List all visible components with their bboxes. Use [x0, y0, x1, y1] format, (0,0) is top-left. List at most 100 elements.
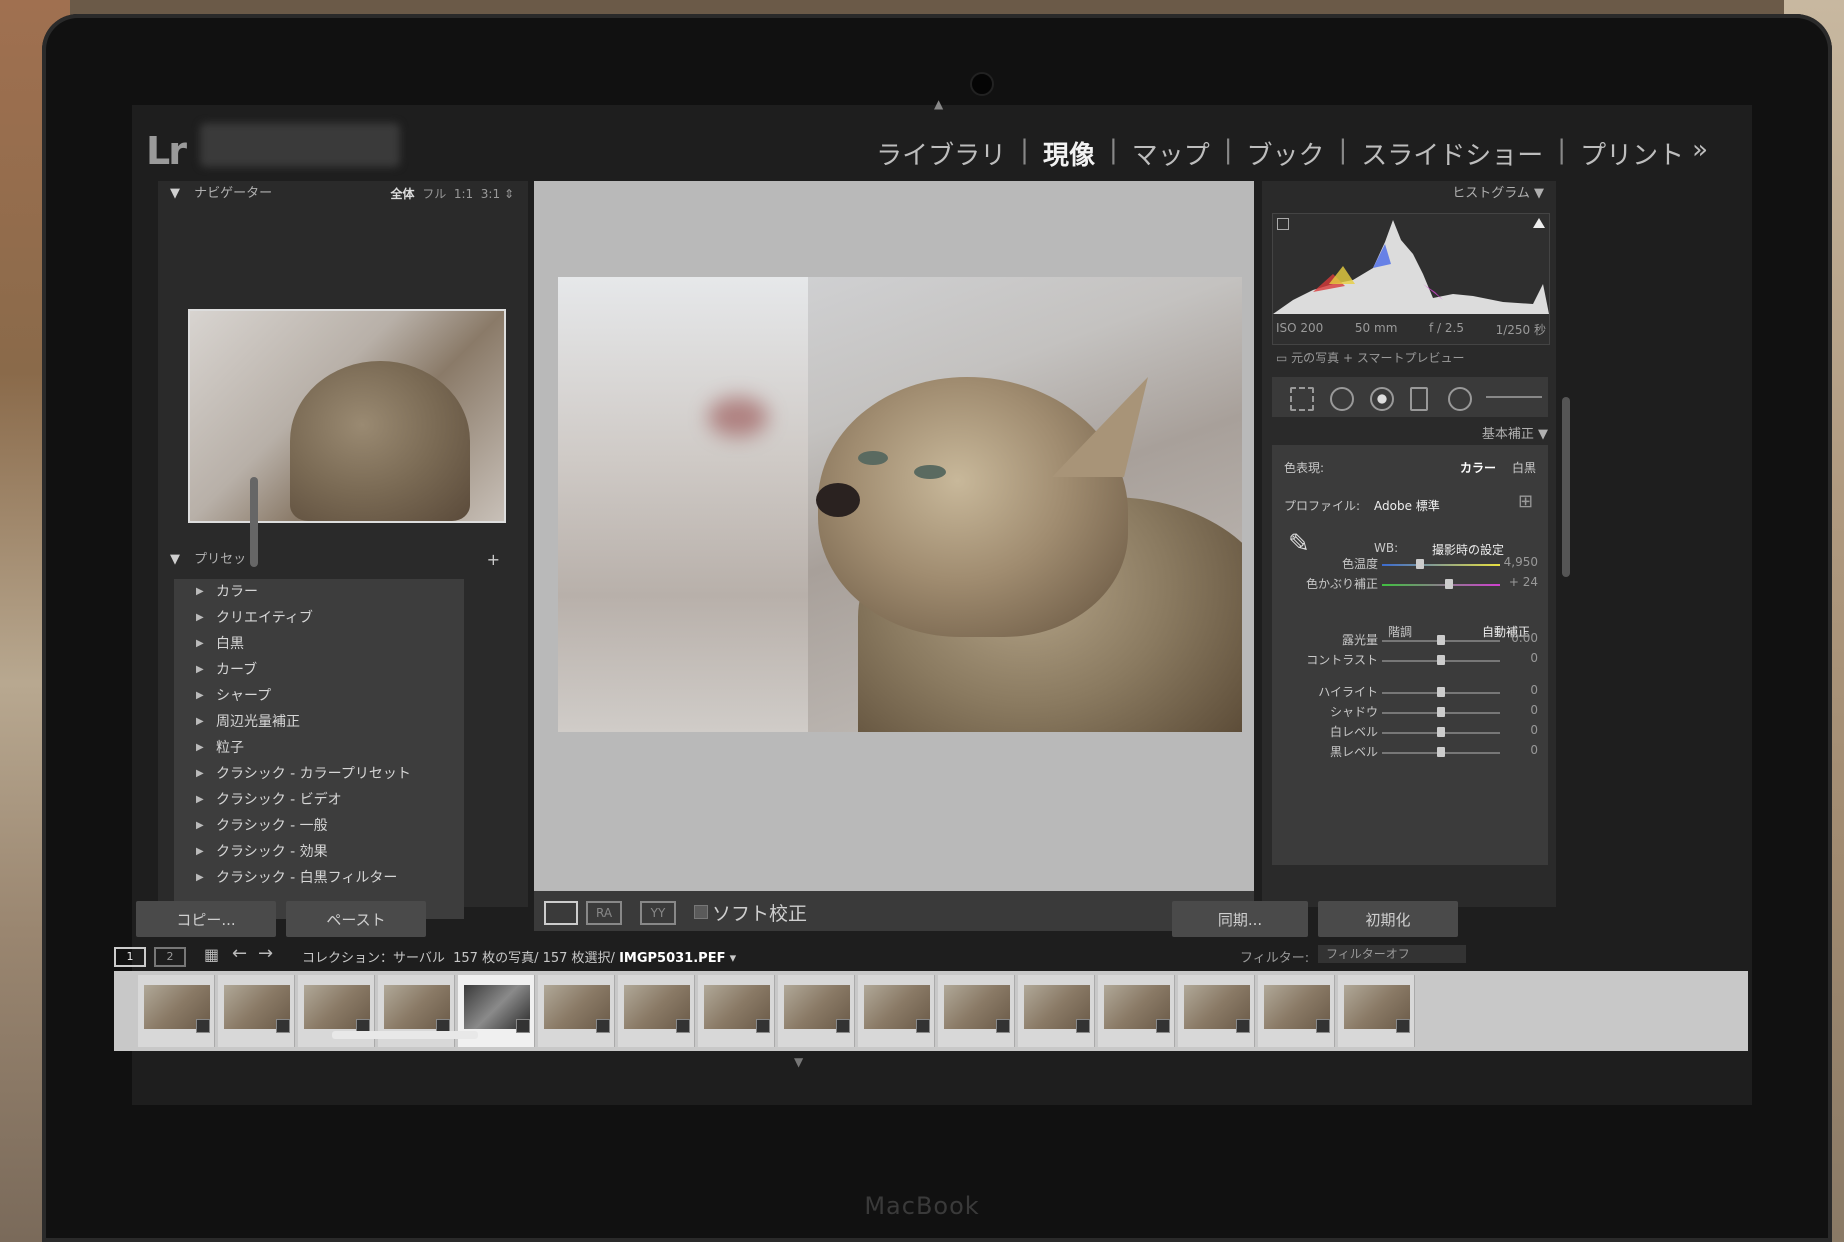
slider-knob[interactable]: [1437, 747, 1445, 757]
smart-preview-status[interactable]: ▭ 元の写真 + スマートプレビュー: [1276, 349, 1464, 366]
thumbnail-badge-icon[interactable]: [1316, 1019, 1330, 1033]
collapse-bottom-arrow-icon[interactable]: ▼: [794, 1055, 803, 1069]
filmstrip-thumbnail[interactable]: [1098, 975, 1175, 1047]
preset-group[interactable]: クラシック - カラープリセット: [174, 761, 464, 787]
thumbnail-badge-icon[interactable]: [516, 1019, 530, 1033]
slider-knob[interactable]: [1437, 635, 1445, 645]
navigator-zoom-options[interactable]: 全体 フル 1:1 3:1 ⇕: [391, 181, 514, 207]
zoom-3-1[interactable]: 3:1: [481, 187, 500, 201]
collapse-triangle-icon[interactable]: ▼: [1538, 427, 1548, 442]
slider-track[interactable]: [1382, 747, 1500, 757]
slider-knob[interactable]: [1437, 687, 1445, 697]
collapse-top-arrow-icon[interactable]: ▲: [934, 97, 943, 111]
thumbnail-badge-icon[interactable]: [756, 1019, 770, 1033]
preset-group[interactable]: クリエイティブ: [174, 605, 464, 631]
collapse-triangle-icon[interactable]: ▼: [170, 186, 180, 201]
filmstrip-thumbnail[interactable]: [218, 975, 295, 1047]
filmstrip-thumbnail[interactable]: [858, 975, 935, 1047]
preset-group[interactable]: クラシック - 効果: [174, 839, 464, 865]
before-after-yy-button[interactable]: YY: [640, 901, 676, 925]
source-dropdown-icon[interactable]: ▾: [730, 951, 737, 966]
slider-knob[interactable]: [1437, 655, 1445, 665]
spot-removal-tool-icon[interactable]: [1330, 387, 1354, 411]
histogram-header[interactable]: ヒストグラム ▼: [1262, 181, 1556, 207]
basic-header[interactable]: 基本補正 ▼: [1262, 423, 1548, 442]
module-5[interactable]: プリント: [1580, 135, 1684, 172]
filmstrip-thumbnail[interactable]: [138, 975, 215, 1047]
main-preview-area[interactable]: [534, 181, 1254, 891]
module-0[interactable]: ライブラリ: [876, 135, 1006, 172]
modules-more-icon[interactable]: »: [1692, 135, 1708, 172]
profile-select[interactable]: Adobe 標準: [1374, 497, 1440, 514]
preset-group[interactable]: 周辺光量補正: [174, 709, 464, 735]
shadow-clip-icon[interactable]: [1277, 218, 1289, 230]
grid-view-icon[interactable]: ▦: [204, 945, 219, 964]
slider-value[interactable]: 0: [1498, 743, 1538, 757]
slider-value[interactable]: + 24: [1498, 575, 1538, 589]
filmstrip-thumbnail[interactable]: [538, 975, 615, 1047]
slider-track[interactable]: [1382, 727, 1500, 737]
profile-browser-icon[interactable]: ⊞: [1518, 491, 1533, 512]
filmstrip-scrollbar[interactable]: [332, 1031, 478, 1039]
adjustment-brush-slider[interactable]: [1486, 396, 1542, 398]
zoom-fill[interactable]: フル: [422, 187, 446, 201]
module-4[interactable]: スライドショー: [1361, 135, 1543, 172]
thumbnail-badge-icon[interactable]: [196, 1019, 210, 1033]
red-eye-tool-icon[interactable]: [1370, 387, 1394, 411]
radial-filter-tool-icon[interactable]: [1448, 387, 1472, 411]
add-preset-icon[interactable]: +: [487, 547, 500, 573]
filmstrip-thumbnail[interactable]: [618, 975, 695, 1047]
before-after-ra-button[interactable]: RA: [586, 901, 622, 925]
filmstrip-thumbnail[interactable]: [938, 975, 1015, 1047]
collapse-triangle-icon[interactable]: ▼: [1534, 186, 1544, 201]
preset-group[interactable]: カーブ: [174, 657, 464, 683]
preset-group[interactable]: カラー: [174, 579, 464, 605]
primary-display-button[interactable]: 1: [114, 947, 146, 967]
filmstrip-thumbnail[interactable]: [1338, 975, 1415, 1047]
graduated-filter-tool-icon[interactable]: [1410, 387, 1428, 411]
preset-group[interactable]: 粒子: [174, 735, 464, 761]
zoom-stepper-icon[interactable]: ⇕: [504, 187, 514, 201]
navigator-preview[interactable]: [188, 309, 506, 523]
slider-track[interactable]: [1382, 687, 1500, 697]
filmstrip-thumbnail[interactable]: [1178, 975, 1255, 1047]
presets-header[interactable]: ▼ プリセット +: [158, 547, 514, 573]
thumbnail-badge-icon[interactable]: [1076, 1019, 1090, 1033]
slider-value[interactable]: 0: [1498, 651, 1538, 665]
preset-group[interactable]: クラシック - 一般: [174, 813, 464, 839]
soft-proof-checkbox[interactable]: [694, 905, 708, 919]
slider-track[interactable]: [1382, 655, 1500, 665]
slider-track[interactable]: [1382, 579, 1500, 589]
filmstrip-thumbnail[interactable]: [1018, 975, 1095, 1047]
thumbnail-badge-icon[interactable]: [596, 1019, 610, 1033]
preset-group[interactable]: 白黒: [174, 631, 464, 657]
slider-track[interactable]: [1382, 635, 1500, 645]
treatment-color-option[interactable]: カラー: [1460, 459, 1496, 476]
slider-knob[interactable]: [1445, 579, 1454, 589]
thumbnail-badge-icon[interactable]: [916, 1019, 930, 1033]
zoom-fit[interactable]: 全体: [391, 187, 415, 201]
preset-group[interactable]: クラシック - ビデオ: [174, 787, 464, 813]
slider-value[interactable]: 0: [1498, 703, 1538, 717]
filmstrip-thumbnail[interactable]: [1258, 975, 1335, 1047]
copy-button[interactable]: コピー...: [136, 901, 276, 937]
highlight-clip-icon[interactable]: [1533, 218, 1545, 228]
back-arrow-icon[interactable]: ←: [232, 943, 247, 964]
thumbnail-badge-icon[interactable]: [1236, 1019, 1250, 1033]
paste-button[interactable]: ペースト: [286, 901, 426, 937]
treatment-bw-option[interactable]: 白黒: [1512, 459, 1536, 476]
thumbnail-badge-icon[interactable]: [1396, 1019, 1410, 1033]
thumbnail-badge-icon[interactable]: [1156, 1019, 1170, 1033]
main-photo[interactable]: [558, 277, 1242, 732]
slider-value[interactable]: 0.00: [1498, 631, 1538, 645]
source-info[interactable]: コレクション：サーバル 157 枚の写真/ 157 枚選択/ IMGP5031.…: [302, 947, 736, 966]
slider-value[interactable]: 0: [1498, 723, 1538, 737]
forward-arrow-icon[interactable]: →: [258, 943, 273, 964]
right-scrollbar[interactable]: [1562, 397, 1570, 577]
sync-button[interactable]: 同期...: [1172, 901, 1308, 937]
filmstrip-thumbnail[interactable]: [698, 975, 775, 1047]
secondary-display-button[interactable]: 2: [154, 947, 186, 967]
slider-knob[interactable]: [1415, 559, 1424, 569]
filter-select[interactable]: フィルターオフ: [1318, 945, 1466, 963]
thumbnail-badge-icon[interactable]: [676, 1019, 690, 1033]
